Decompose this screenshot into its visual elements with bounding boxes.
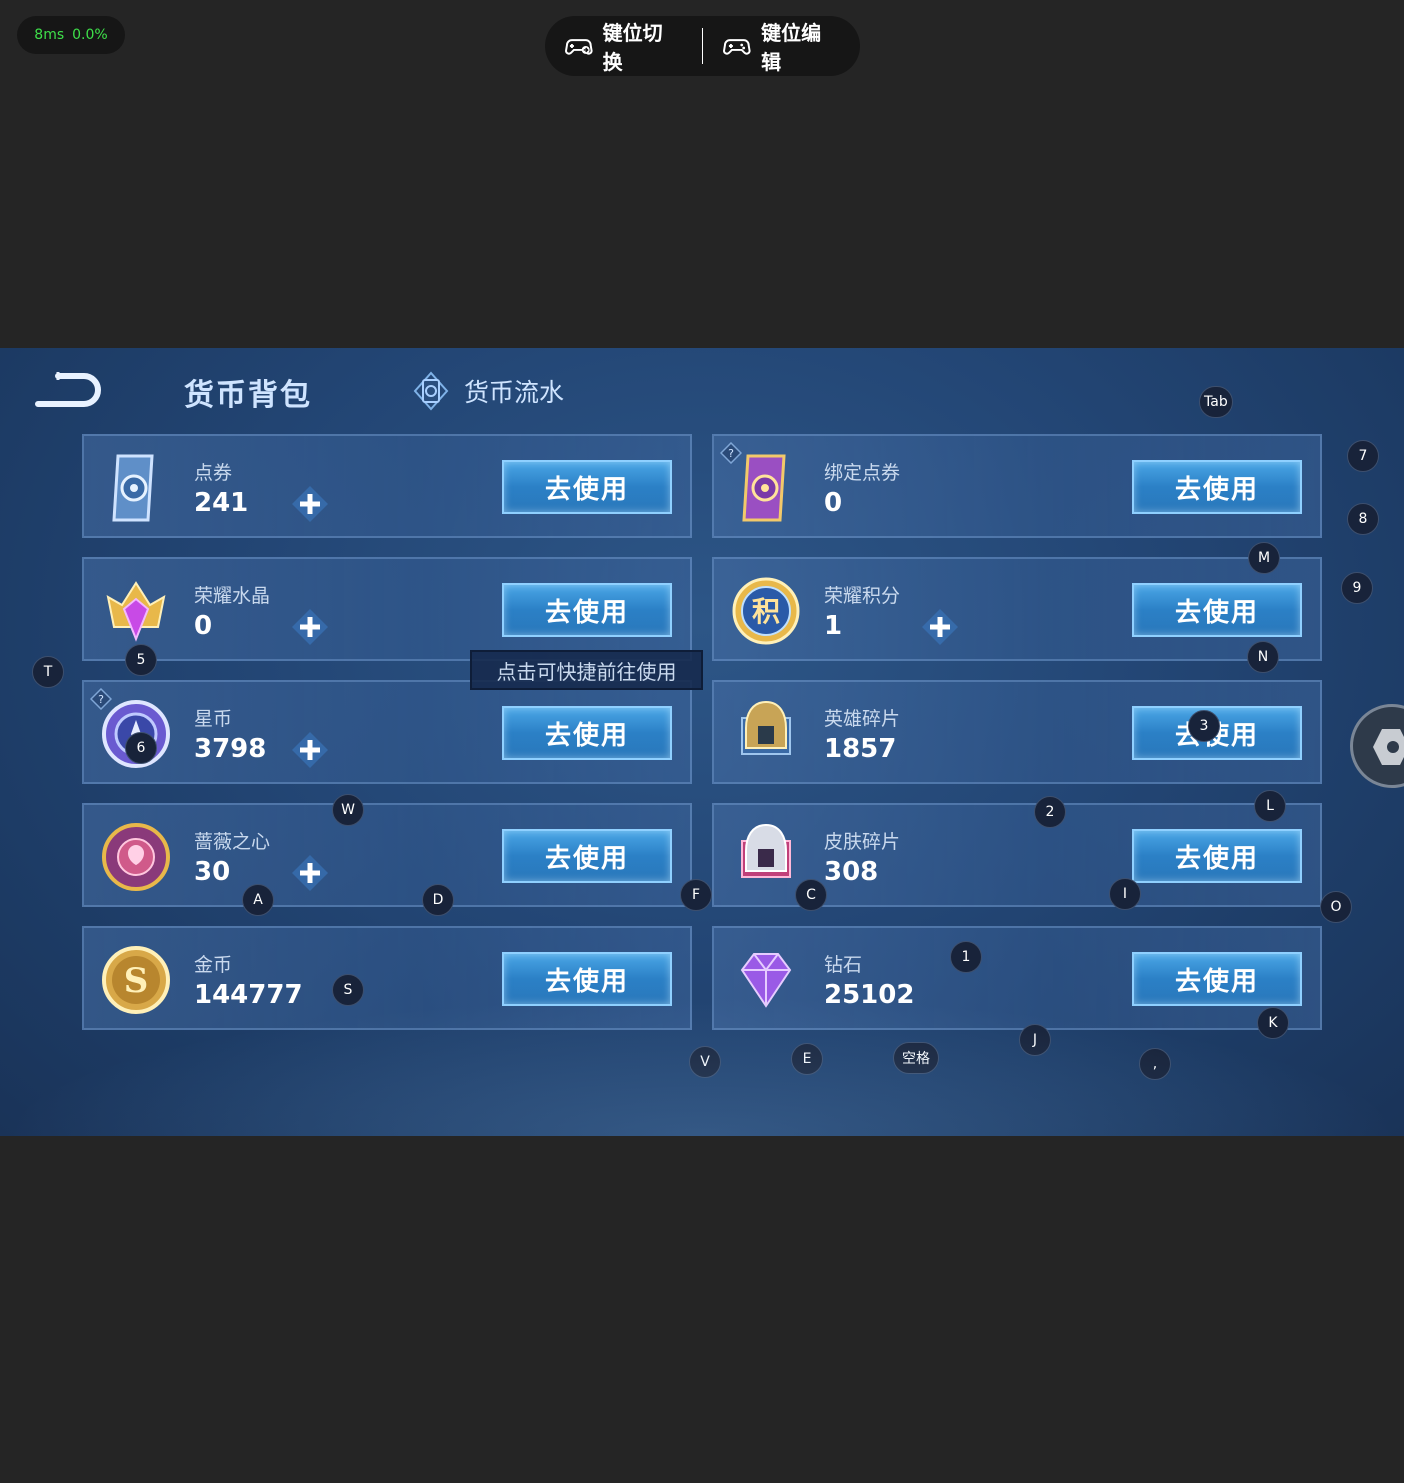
currency-card-glory-points: 积 荣耀积分 1 去使用 [712,557,1322,661]
latency-value: 8ms [34,27,65,43]
currency-card-voucher: 点券 241 去使用 [82,434,692,538]
latency-overlay: 8ms 0.0% [17,16,125,54]
currency-card-gold: S 金币 144777 去使用 [82,926,692,1030]
currency-name: 钻石 [824,954,863,976]
key-marker-space[interactable]: 空格 [893,1042,939,1074]
currency-name: 皮肤碎片 [824,831,901,853]
currency-name: 点券 [194,462,233,484]
key-marker-tab[interactable]: Tab [1199,386,1233,418]
key-marker-6[interactable]: 6 [125,732,157,764]
use-button[interactable]: 去使用 [502,460,672,514]
glory-points-icon: 积 [732,577,800,645]
hero-shard-icon [741,700,791,755]
loss-value: 0.0% [72,27,108,43]
side-joystick[interactable] [1350,704,1404,788]
key-marker-w[interactable]: W [332,794,364,826]
currency-name: 荣耀积分 [824,585,901,607]
use-button[interactable]: 去使用 [1132,952,1302,1006]
currency-name: 星币 [194,708,233,730]
glory-crystal-icon [106,581,166,642]
currency-value: 1857 [824,734,897,764]
key-marker-f[interactable]: F [680,879,712,911]
keymap-switch-button[interactable]: 键位切换 [545,17,702,75]
tab-currency-flow[interactable]: 货币流水 [410,370,564,412]
gamepad-switch-icon [565,39,593,55]
diamond-icon [740,953,792,1008]
currency-value: 25102 [824,980,915,1010]
key-marker-2[interactable]: 2 [1034,796,1066,828]
key-marker-k[interactable]: K [1257,1007,1289,1039]
currency-value: 144777 [194,980,303,1010]
tab-currency-bag[interactable]: 货币背包 [184,370,312,414]
key-marker-n[interactable]: N [1247,641,1279,673]
currency-card-hero-shard: 英雄碎片 1857 去使用 [712,680,1322,784]
currency-value: 1 [824,611,843,641]
key-marker-s[interactable]: S [332,974,364,1006]
currency-card-rose-heart: 蔷薇之心 30 去使用 [82,803,692,907]
key-marker-m[interactable]: M [1248,542,1280,574]
back-arrow-icon[interactable] [34,368,108,412]
use-button[interactable]: 去使用 [502,583,672,637]
plus-icon[interactable] [920,607,960,647]
shortcut-tooltip: 点击可快捷前往使用 [470,650,703,690]
rose-heart-icon [102,823,170,891]
currency-value: 3798 [194,734,267,764]
game-screen: 货币背包 货币流水 点券 241 去使用 ? 绑定点券 0 去使用 荣耀水晶 0… [0,348,1404,1136]
currency-name: 蔷薇之心 [194,831,271,853]
key-marker-a[interactable]: A [242,884,274,916]
use-button[interactable]: 去使用 [1132,460,1302,514]
key-marker-i[interactable]: I [1109,878,1141,910]
use-button[interactable]: 去使用 [502,706,672,760]
key-marker-3[interactable]: 3 [1188,710,1220,742]
voucher-icon [112,454,154,522]
key-marker-c[interactable]: C [795,879,827,911]
plus-icon[interactable] [290,730,330,770]
currency-name: 金币 [194,954,233,976]
key-marker-o[interactable]: O [1320,891,1352,923]
currency-card-bound-voucher: ? 绑定点券 0 去使用 [712,434,1322,538]
currency-value: 0 [824,488,843,518]
currency-value: 308 [824,857,879,887]
currency-value: 30 [194,857,231,887]
key-marker-j[interactable]: J [1019,1024,1051,1056]
svg-text:S: S [124,961,149,1001]
keymap-toolbar: 键位切换 键位编辑 [545,16,860,76]
currency-card-star-coin: ? 星币 3798 去使用 [82,680,692,784]
skin-shard-icon [741,823,791,878]
currency-name: 荣耀水晶 [194,585,271,607]
key-marker-v[interactable]: V [689,1046,721,1078]
plus-icon[interactable] [290,853,330,893]
key-marker-7[interactable]: 7 [1347,440,1379,472]
key-marker-t[interactable]: T [32,656,64,688]
use-button[interactable]: 去使用 [502,829,672,883]
use-button[interactable]: 去使用 [1132,583,1302,637]
key-marker-5[interactable]: 5 [125,644,157,676]
currency-value: 0 [194,611,213,641]
key-marker-d[interactable]: D [422,884,454,916]
gold-coin-icon: S [102,946,170,1014]
key-marker-9[interactable]: 9 [1341,572,1373,604]
bound-voucher-icon [742,454,786,522]
keymap-switch-label: 键位切换 [602,21,663,74]
use-button[interactable]: 去使用 [502,952,672,1006]
tab-currency-flow-label: 货币流水 [464,378,565,407]
keymap-edit-button[interactable]: 键位编辑 [703,17,860,75]
use-button[interactable]: 去使用 [1132,829,1302,883]
currency-name: 绑定点券 [824,462,901,484]
key-marker-1[interactable]: 1 [950,941,982,973]
currency-card-diamond: 钻石 25102 去使用 [712,926,1322,1030]
currency-name: 英雄碎片 [824,708,901,730]
glory-points-glyph: 积 [752,595,780,628]
plus-icon[interactable] [290,484,330,524]
gamepad-icon [723,39,752,55]
key-marker-comma[interactable]: , [1139,1048,1171,1080]
currency-card-glory-crystal: 荣耀水晶 0 去使用 [82,557,692,661]
card-flow-icon [413,371,449,411]
key-marker-l[interactable]: L [1254,790,1286,822]
currency-value: 241 [194,488,249,518]
keymap-edit-label: 键位编辑 [761,21,822,74]
key-marker-e[interactable]: E [791,1043,823,1075]
plus-icon[interactable] [290,607,330,647]
key-marker-8[interactable]: 8 [1347,503,1379,535]
